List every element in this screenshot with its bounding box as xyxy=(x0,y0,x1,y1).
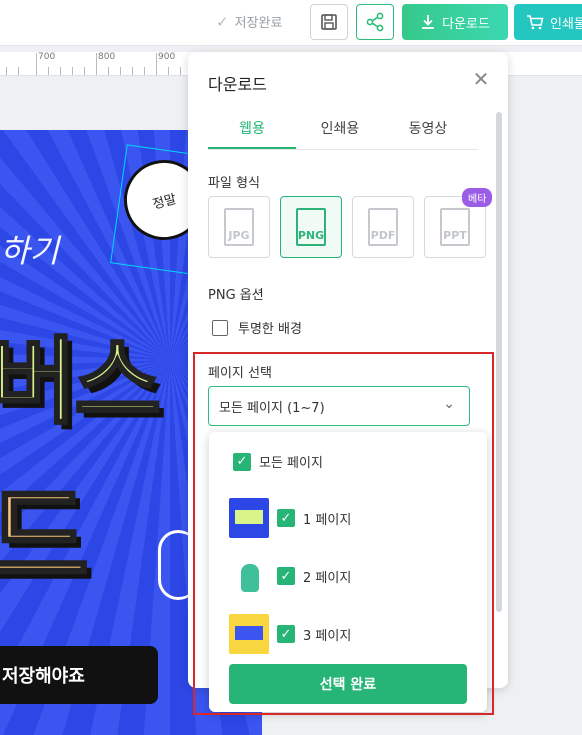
pdf-file-icon: PDF xyxy=(368,208,398,246)
transparent-bg-checkbox[interactable] xyxy=(212,319,228,336)
save-button[interactable] xyxy=(310,4,348,40)
cart-icon xyxy=(527,15,544,30)
ruler-tick-label: 900 xyxy=(158,52,176,62)
panel-scrollbar[interactable] xyxy=(496,112,502,612)
jpg-file-icon: JPG xyxy=(224,208,254,246)
file-format-label: 파일 형식 xyxy=(208,176,260,191)
close-icon[interactable]: ✕ xyxy=(470,67,492,91)
print-order-button[interactable]: 인쇄물 xyxy=(514,4,582,40)
format-png-button[interactable]: PNG xyxy=(280,196,342,258)
format-pdf-button[interactable]: PDF xyxy=(352,196,414,258)
panel-title: 다운로드 xyxy=(208,75,267,94)
tab-web[interactable]: 웹용 xyxy=(208,110,296,149)
save-status: ✓ 저장완료 xyxy=(216,12,283,32)
highlight-frame xyxy=(193,352,494,715)
png-options-label: PNG 옵션 xyxy=(208,288,264,303)
share-button[interactable] xyxy=(356,4,394,40)
floppy-icon xyxy=(321,14,337,30)
png-file-icon: PNG xyxy=(296,208,326,246)
download-button-label: 다운로드 xyxy=(442,16,490,32)
transparent-bg-label: 투명한 배경 xyxy=(238,322,302,337)
ppt-file-icon: PPT xyxy=(440,208,470,246)
save-status-text: 저장완료 xyxy=(234,16,283,31)
canvas-deco-text: 하기 xyxy=(0,232,59,270)
check-icon: ✓ xyxy=(216,12,229,31)
format-jpg-label: JPG xyxy=(228,229,250,242)
canvas-cta-text: 저장해야죠 xyxy=(2,666,85,687)
share-icon xyxy=(366,12,384,32)
download-tabs: 웹용 인쇄용 동영상 xyxy=(208,110,478,150)
canvas-cta-box: 저장해야죠 xyxy=(0,646,158,704)
download-button[interactable]: 다운로드 xyxy=(402,4,508,40)
canvas-headline-2: 드 xyxy=(0,473,91,604)
download-icon xyxy=(422,15,435,29)
top-toolbar: ✓ 저장완료 다운로드 인쇄물 xyxy=(0,0,582,46)
format-ppt-label: PPT xyxy=(443,229,467,242)
ruler-tick-label: 700 xyxy=(38,52,56,62)
beta-badge: 베타 xyxy=(462,188,493,207)
ruler-tick-label: 800 xyxy=(98,52,116,62)
tab-video[interactable]: 동영상 xyxy=(384,110,472,149)
canvas-headline-1: 버스 xyxy=(0,327,162,439)
transparent-bg-option[interactable]: 투명한 배경 xyxy=(212,318,302,337)
tab-print[interactable]: 인쇄용 xyxy=(296,110,384,149)
speech-bubble-text: 정말 xyxy=(151,191,179,213)
format-png-label: PNG xyxy=(297,229,325,242)
format-pdf-label: PDF xyxy=(370,229,396,242)
print-button-label: 인쇄물 xyxy=(550,16,582,32)
format-jpg-button[interactable]: JPG xyxy=(208,196,270,258)
